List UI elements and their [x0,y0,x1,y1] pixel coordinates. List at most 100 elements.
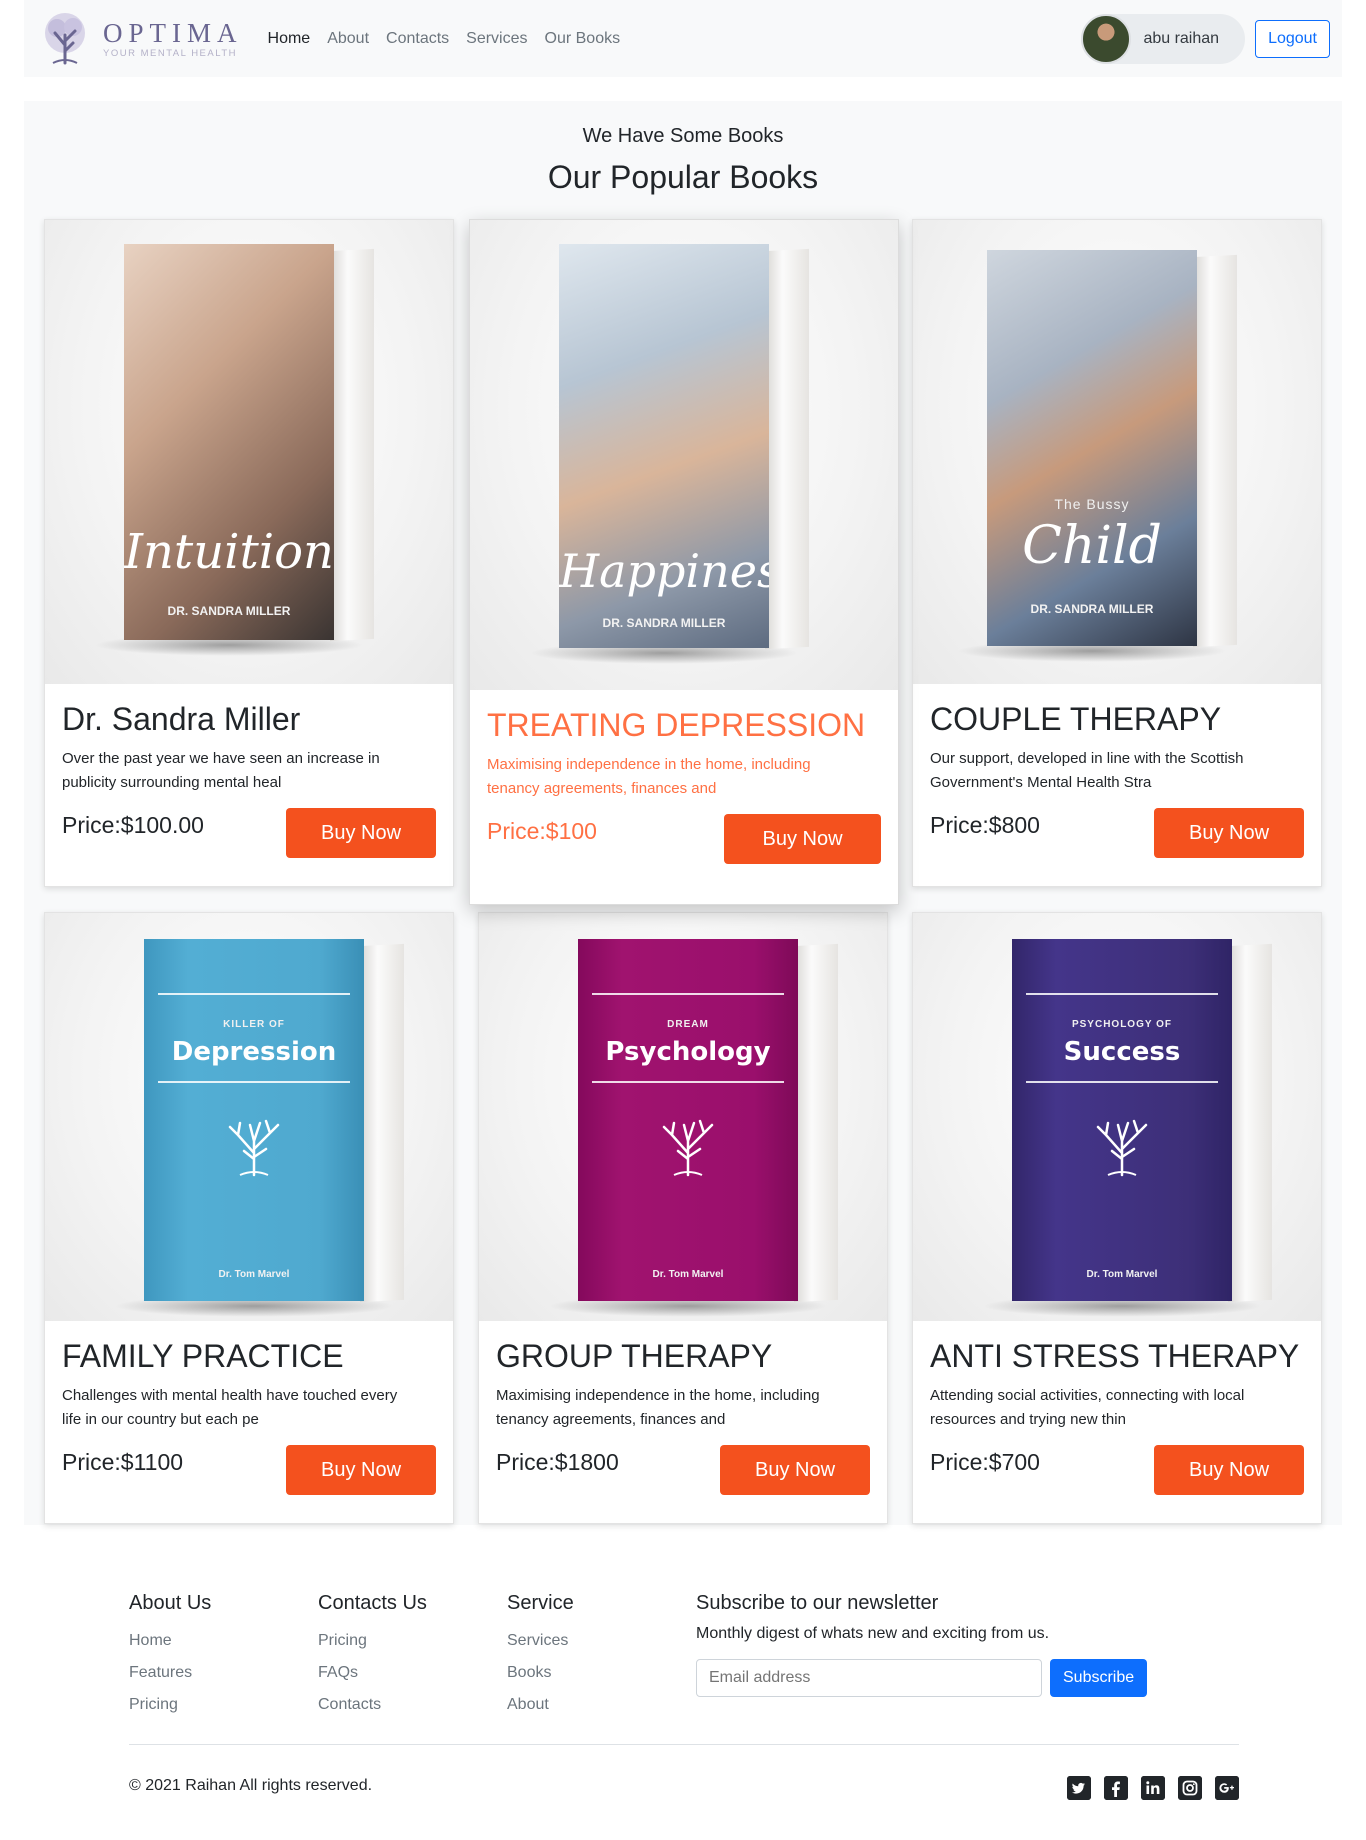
cover-art: Intuition DR. SANDRA MILLER [124,244,334,640]
cover-kicker: KILLER OF [223,1019,285,1030]
book-cover-image: PSYCHOLOGY OF Success Dr. Tom Marvel [913,913,1321,1321]
book-card: PSYCHOLOGY OF Success Dr. Tom Marvel ANT… [912,912,1322,1524]
book-price: Price:$100.00 [62,812,204,838]
book-card: DREAM Psychology Dr. Tom Marvel GROUP TH… [478,912,888,1524]
cover-title: Depression [171,1037,337,1067]
subscribe-button[interactable]: Subscribe [1050,1659,1148,1697]
cover-kicker: DREAM [667,1019,709,1030]
tree-logo-icon [45,12,85,64]
cover-art: The Bussy Child DR. SANDRA MILLER [987,250,1197,646]
instagram-icon[interactable] [1178,1776,1202,1800]
cover-art: KILLER OF Depression Dr. Tom Marvel [144,939,364,1301]
book-cover-image: Intuition DR. SANDRA MILLER [45,220,453,684]
brand-name: OPTIMA [103,17,243,48]
cover-author: Dr. Tom Marvel [652,1269,724,1280]
nav-link-contacts[interactable]: Contacts [386,30,449,48]
book-card: Intuition DR. SANDRA MILLER Dr. Sandra M… [44,219,454,887]
nav-link-services[interactable]: Services [466,30,527,48]
facebook-icon[interactable] [1104,1776,1128,1800]
book-price: Price:$100 [487,818,597,844]
book-title: GROUP THERAPY [496,1338,773,1374]
section-subtitle: We Have Some Books [582,125,784,147]
footer-col-contacts: Contacts Us Pricing FAQs Contacts [318,1592,427,1721]
linkedin-icon[interactable] [1141,1776,1165,1800]
tree-icon [1096,1119,1148,1177]
newsletter: Subscribe to our newsletter Monthly dige… [696,1592,1148,1697]
nav-link-about[interactable]: About [327,30,369,48]
book-price: Price:$1100 [62,1449,184,1475]
logout-button[interactable]: Logout [1255,20,1330,58]
book-card: The Bussy Child DR. SANDRA MILLER COUPLE… [912,219,1322,887]
footer-heading: Contacts Us [318,1592,427,1614]
twitter-icon[interactable] [1067,1776,1091,1800]
footer-link-home[interactable]: Home [129,1625,211,1657]
brand-logo[interactable]: OPTIMA YOUR MENTAL HEALTH [37,11,243,67]
buy-now-button[interactable]: Buy Now [724,814,881,864]
book-title: Dr. Sandra Miller [62,701,301,737]
cover-art: Happines DR. SANDRA MILLER [559,244,769,648]
footer-col-about: About Us Home Features Pricing [129,1592,211,1721]
book-cover-image: DREAM Psychology Dr. Tom Marvel [479,913,887,1321]
cover-kicker: PSYCHOLOGY OF [1071,1019,1173,1030]
cover-title: Success [1063,1037,1181,1067]
newsletter-text: Monthly digest of whats new and exciting… [696,1625,1050,1642]
social-links [1054,1776,1239,1800]
cover-author: Dr. Tom Marvel [1086,1269,1158,1280]
book-cover-image: Happines DR. SANDRA MILLER [470,220,898,690]
book-title: COUPLE THERAPY [930,701,1222,737]
footer-link-features[interactable]: Features [129,1657,211,1689]
copyright: © 2021 Raihan All rights reserved. [129,1777,373,1794]
cover-author: DR. SANDRA MILLER [167,604,291,618]
book-description: Our support, developed in line with the … [930,750,1244,791]
cover-title: Intuition [124,524,334,580]
cover-author: Dr. Tom Marvel [218,1269,290,1280]
book-cover-image: The Bussy Child DR. SANDRA MILLER [913,220,1321,684]
book-title: ANTI STRESS THERAPY [930,1338,1300,1374]
footer-link-about[interactable]: About [507,1689,574,1721]
book-description: Over the past year we have seen an incre… [62,750,380,791]
book-card-featured: Happines DR. SANDRA MILLER TREATING DEPR… [469,219,899,905]
email-field[interactable] [696,1659,1042,1697]
book-price: Price:$1800 [496,1449,619,1475]
nav-user-area: abu raihan Logout [1081,14,1330,64]
book-description: Maximising independence in the home, inc… [487,756,811,797]
google-plus-icon[interactable] [1215,1776,1239,1800]
book-description: Challenges with mental health have touch… [62,1387,398,1428]
footer-link-contacts[interactable]: Contacts [318,1689,427,1721]
cover-author: DR. SANDRA MILLER [602,616,726,630]
footer-divider [129,1744,1239,1745]
book-description: Maximising independence in the home, inc… [496,1387,820,1428]
footer-link-faqs[interactable]: FAQs [318,1657,427,1689]
buy-now-button[interactable]: Buy Now [1154,1445,1304,1495]
nav-link-home[interactable]: Home [268,30,311,48]
buy-now-button[interactable]: Buy Now [286,1445,436,1495]
user-profile[interactable]: abu raihan [1081,14,1246,64]
newsletter-form: Subscribe [696,1659,1148,1697]
footer-link-pricing[interactable]: Pricing [318,1625,427,1657]
book-title: FAMILY PRACTICE [62,1338,344,1374]
cover-art: PSYCHOLOGY OF Success Dr. Tom Marvel [1012,939,1232,1301]
book-price: Price:$700 [930,1449,1040,1475]
user-name: abu raihan [1143,30,1220,47]
tree-icon [662,1119,714,1177]
navbar: OPTIMA YOUR MENTAL HEALTH Home About Con… [24,0,1342,77]
cover-kicker: The Bussy [1054,496,1130,512]
book-price: Price:$800 [930,812,1040,838]
newsletter-heading: Subscribe to our newsletter [696,1592,939,1614]
footer-link-books[interactable]: Books [507,1657,574,1689]
nav-link-our-books[interactable]: Our Books [545,30,621,48]
book-cover-image: KILLER OF Depression Dr. Tom Marvel [45,913,453,1321]
brand-tagline: YOUR MENTAL HEALTH [103,47,237,59]
footer-link-pricing[interactable]: Pricing [129,1689,211,1721]
footer-col-service: Service Services Books About [507,1592,574,1721]
cover-title: Happines [559,544,769,598]
footer-heading: Service [507,1592,574,1614]
buy-now-button[interactable]: Buy Now [286,808,436,858]
footer-link-services[interactable]: Services [507,1625,574,1657]
avatar [1081,14,1132,64]
cover-title: Child [1022,516,1162,576]
book-description: Attending social activities, connecting … [930,1387,1245,1428]
book-card: KILLER OF Depression Dr. Tom Marvel FAMI… [44,912,454,1524]
buy-now-button[interactable]: Buy Now [1154,808,1304,858]
buy-now-button[interactable]: Buy Now [720,1445,870,1495]
